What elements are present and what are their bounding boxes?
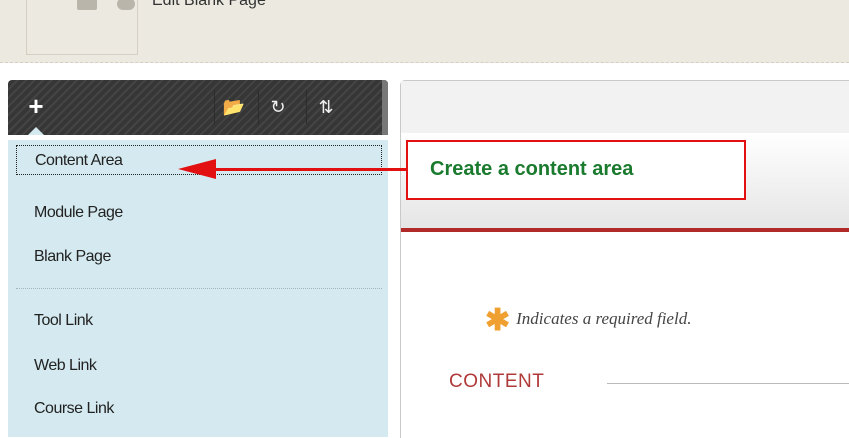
dropdown-caret-icon bbox=[28, 127, 44, 135]
panel-header bbox=[401, 81, 849, 133]
add-menu-dropdown: Content Area Module Page Blank Page Tool… bbox=[8, 140, 388, 437]
home-icon[interactable] bbox=[77, 0, 97, 10]
panel-divider bbox=[401, 228, 849, 232]
annotation-callout-text: Create a content area bbox=[430, 158, 634, 180]
help-icon[interactable] bbox=[117, 0, 135, 10]
menu-item-module-page[interactable]: Module Page bbox=[16, 198, 382, 228]
refresh-icon[interactable]: ↻ bbox=[258, 90, 297, 124]
page-title: Edit Blank Page bbox=[152, 0, 266, 9]
required-star-icon: ✱ bbox=[485, 304, 511, 337]
add-menu-item-button[interactable]: + bbox=[18, 90, 54, 124]
menu-item-blank-page[interactable]: Blank Page bbox=[16, 242, 382, 272]
content-panel: ✱ Indicates a required field. CONTENT bbox=[400, 80, 849, 438]
sort-icon[interactable]: ⇅ bbox=[306, 90, 345, 124]
folder-view-icon[interactable]: 📂 bbox=[214, 90, 253, 124]
section-title: CONTENT bbox=[449, 371, 545, 392]
required-field-note: ✱ Indicates a required field. bbox=[485, 303, 691, 338]
menu-divider bbox=[16, 288, 382, 289]
menu-item-tool-link[interactable]: Tool Link bbox=[16, 306, 382, 336]
breadcrumb-icon-box bbox=[26, 0, 138, 55]
toolbar-gripper bbox=[382, 80, 388, 135]
section-rule bbox=[607, 383, 849, 384]
annotation-arrow-shaft bbox=[214, 168, 406, 171]
course-menu-toolbar: + 📂 ↻ ⇅ bbox=[8, 80, 388, 135]
annotation-arrow-head-icon bbox=[178, 159, 216, 179]
breadcrumb-bar: Edit Blank Page bbox=[0, 0, 849, 63]
annotation-callout: Create a content area bbox=[406, 140, 746, 200]
menu-item-web-link[interactable]: Web Link bbox=[16, 351, 382, 381]
menu-item-course-link[interactable]: Course Link bbox=[16, 394, 382, 424]
required-note-text: Indicates a required field. bbox=[516, 309, 692, 328]
